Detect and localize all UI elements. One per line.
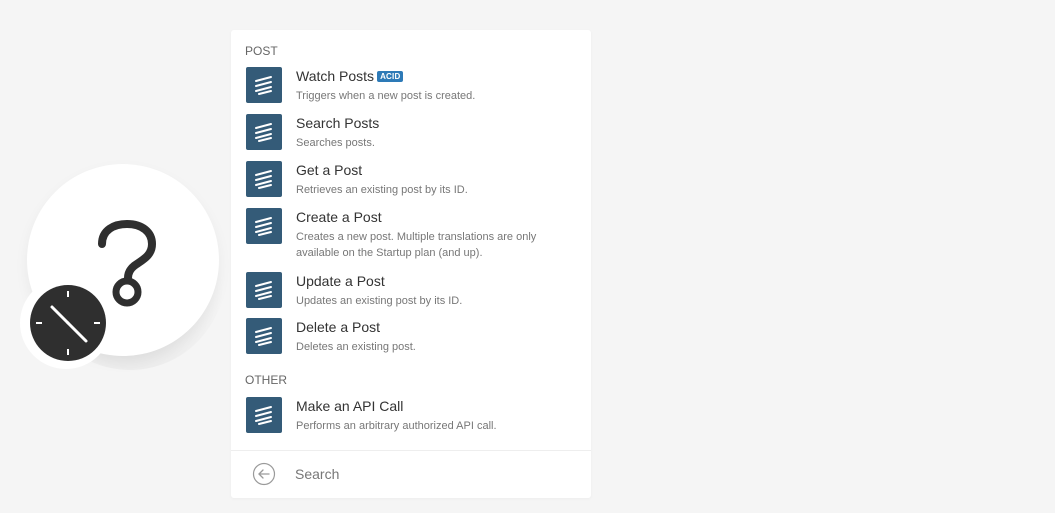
module-action-panel: POST Watch Posts ACID Triggers when a new… — [231, 30, 591, 498]
action-description: Searches posts. — [296, 137, 375, 149]
action-title: Get a Post — [296, 162, 363, 178]
action-description: Updates an existing post by its ID. — [296, 295, 463, 307]
post-app-icon — [246, 161, 282, 197]
post-app-icon — [246, 272, 282, 308]
clock-icon[interactable] — [30, 285, 106, 361]
action-description: Creates a new post. Multiple translation… — [296, 231, 537, 259]
action-title: Delete a Post — [296, 319, 381, 335]
action-description: Retrieves an existing post by its ID. — [296, 184, 468, 196]
search-input[interactable] — [295, 464, 575, 484]
post-app-icon — [246, 208, 282, 244]
acid-badge: ACID — [377, 71, 404, 82]
action-description: Deletes an existing post. — [296, 341, 416, 353]
action-description: Performs an arbitrary authorized API cal… — [296, 420, 497, 432]
action-title: Watch Posts ACID — [296, 67, 404, 85]
back-arrow-icon[interactable] — [252, 462, 276, 486]
action-title: Make an API Call — [296, 398, 404, 414]
post-app-icon — [246, 114, 282, 150]
action-title: Update a Post — [296, 273, 385, 289]
divider — [231, 450, 591, 451]
action-title: Create a Post — [296, 209, 382, 225]
post-app-icon — [246, 318, 282, 354]
post-app-icon — [246, 397, 282, 433]
section-header-other: OTHER — [245, 373, 287, 387]
section-header-post: POST — [245, 44, 278, 58]
post-app-icon — [246, 67, 282, 103]
action-description: Triggers when a new post is created. — [296, 90, 476, 102]
action-title: Search Posts — [296, 115, 380, 131]
